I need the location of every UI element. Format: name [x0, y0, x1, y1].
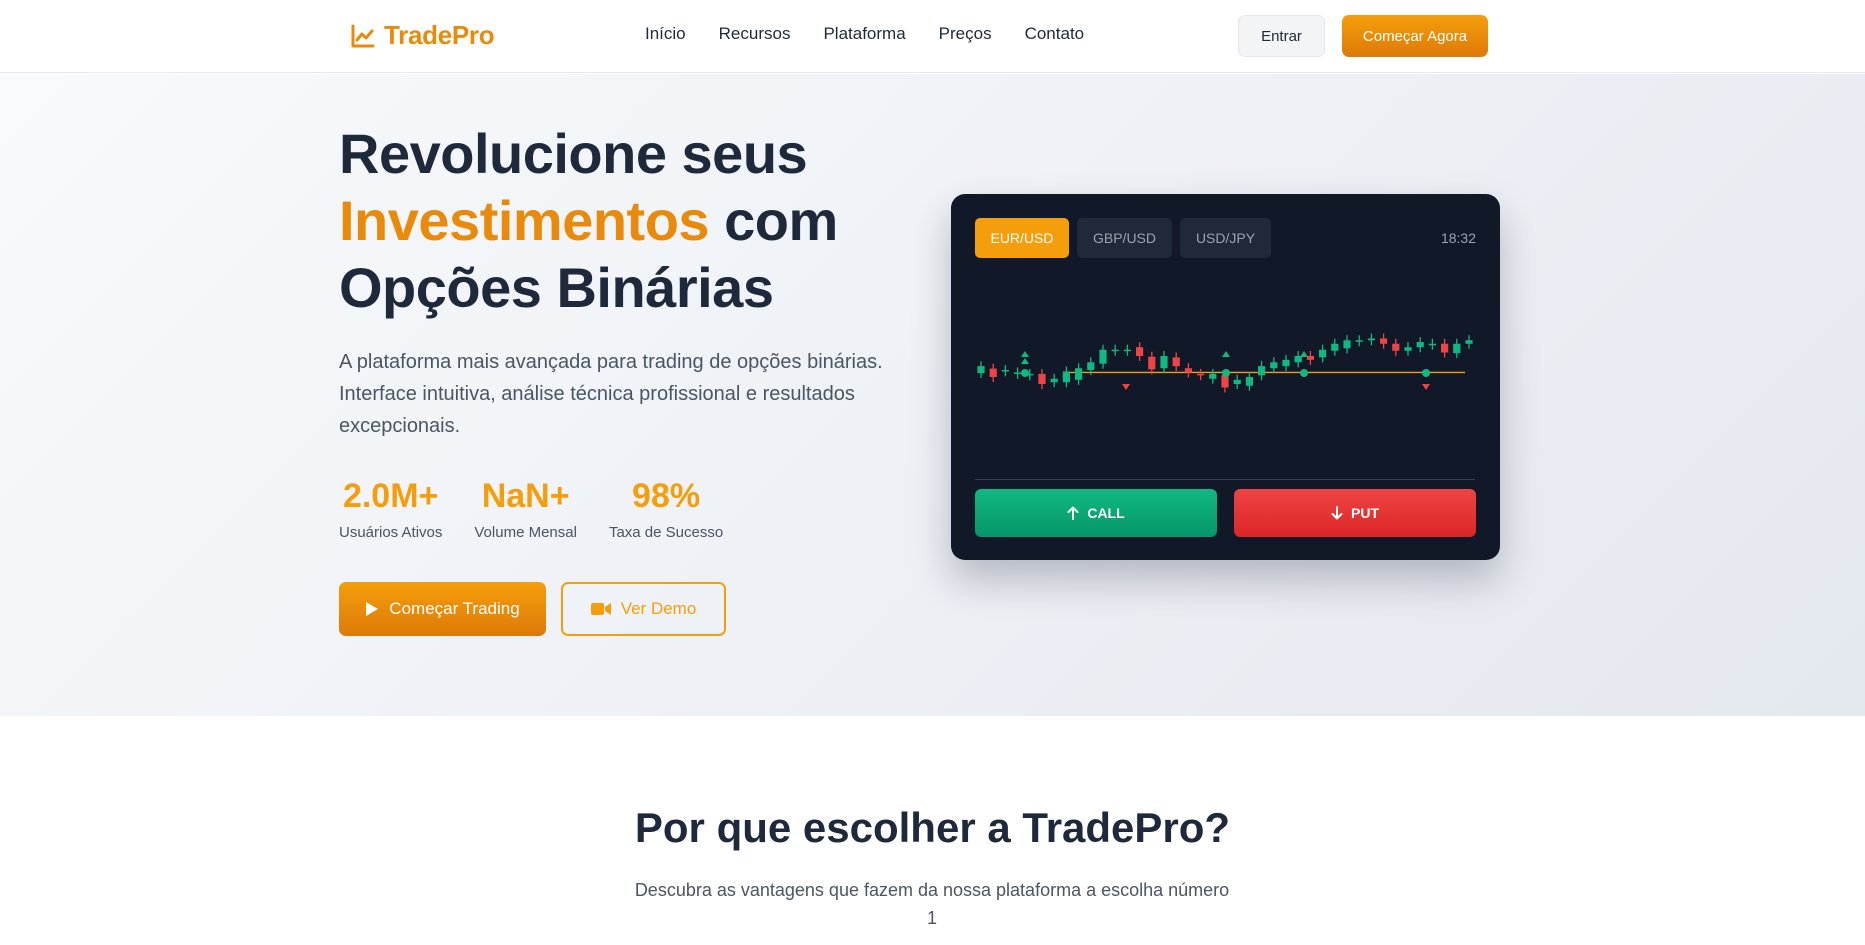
stat-success-rate: 98% Taxa de Sucesso	[609, 476, 723, 541]
login-button[interactable]: Entrar	[1238, 15, 1325, 57]
candle-body	[1197, 373, 1205, 376]
video-camera-icon	[590, 603, 611, 615]
arrow-up-icon	[1067, 506, 1079, 520]
nav-link-contato[interactable]: Contato	[1025, 24, 1085, 44]
hero-title-accent: Investimentos	[339, 189, 710, 252]
pair-tab-eur-usd[interactable]: EUR/USD	[975, 218, 1069, 258]
stat-users: 2.0M+ Usuários Ativos	[339, 476, 442, 541]
candle-body	[1319, 349, 1327, 358]
candle-body	[1160, 356, 1168, 369]
chart-line-icon	[351, 24, 375, 47]
buy-signal-triangle	[1021, 351, 1029, 357]
card-time: 18:32	[1440, 230, 1476, 246]
stat-label: Taxa de Sucesso	[608, 524, 724, 541]
nav-link-plataforma[interactable]: Plataforma	[823, 24, 905, 44]
candle-body	[1428, 343, 1436, 346]
view-demo-button[interactable]: Ver Demo	[561, 582, 726, 636]
candle-body	[1331, 343, 1339, 351]
candle-body	[1258, 366, 1266, 376]
navbar: TradePro Início Recursos Plataforma Preç…	[0, 0, 1865, 73]
candle-body	[1453, 343, 1461, 354]
candle-body	[1355, 340, 1363, 342]
features-title: Por que escolher a TradePro?	[634, 804, 1231, 851]
candle-body	[1465, 340, 1473, 344]
nav-link-recursos[interactable]: Recursos	[719, 24, 791, 44]
start-trading-button[interactable]: Começar Trading	[339, 582, 546, 636]
logo[interactable]: TradePro	[350, 20, 495, 51]
candle-body	[1392, 343, 1400, 351]
candlestick-chart	[977, 333, 1473, 393]
hero-subtitle: A plataforma mais avançada para trading …	[339, 351, 883, 437]
features-subtitle: Descubra as vantagens que fazem da nossa…	[634, 880, 1230, 928]
view-demo-label: Ver Demo	[620, 599, 697, 618]
candle-body	[1245, 377, 1253, 386]
hero-title-part2: com	[724, 189, 838, 252]
stat-value: NaN+	[481, 477, 570, 515]
candle-body	[1233, 379, 1241, 384]
start-trading-label: Começar Trading	[389, 599, 520, 618]
buy-signal-triangle	[1300, 351, 1308, 357]
candle-body	[1062, 371, 1070, 383]
candle-body	[1075, 368, 1083, 380]
sell-signal-triangle	[1122, 384, 1130, 390]
stat-volume: NaN+ Volume Mensal	[474, 476, 577, 541]
stat-value: 2.0M+	[342, 477, 439, 515]
arrow-down-icon	[1331, 506, 1343, 520]
candle-body	[1404, 347, 1412, 351]
candle-body	[1111, 349, 1119, 352]
nav-link-precos[interactable]: Preços	[939, 24, 992, 44]
candle-body	[1380, 338, 1388, 344]
hero-section: Revolucione seus Investimentos com Opçõe…	[0, 74, 1865, 716]
candle-body	[1099, 349, 1107, 364]
candle-body	[1050, 378, 1058, 383]
signal-dot	[1300, 369, 1308, 377]
candle-body	[1367, 338, 1375, 341]
call-label: CALL	[1087, 505, 1125, 521]
stat-value: 98%	[632, 477, 701, 515]
signal-dot	[1021, 369, 1029, 377]
brand-name: TradePro	[384, 20, 495, 50]
buy-signal-triangle	[1222, 351, 1230, 357]
play-icon	[366, 602, 379, 616]
candle-body	[1038, 373, 1046, 384]
get-started-button[interactable]: Começar Agora	[1342, 15, 1488, 57]
buy-signal-triangle	[1021, 358, 1029, 364]
candle-body	[1087, 362, 1095, 370]
hero-stats: 2.0M+ Usuários Ativos NaN+ Volume Mensal…	[339, 476, 755, 541]
chart-divider	[975, 479, 1475, 480]
hero-title-part1: Revolucione seus	[339, 122, 808, 185]
call-button[interactable]: CALL	[975, 489, 1217, 537]
candle-body	[1282, 359, 1290, 367]
candle-body	[989, 368, 997, 377]
candle-body	[1014, 372, 1022, 374]
features-section: Por que escolher a TradePro? Descubra as…	[0, 716, 1865, 945]
candle-body	[1001, 370, 1009, 372]
put-button[interactable]: PUT	[1234, 489, 1476, 537]
candle-body	[977, 366, 985, 374]
candle-body	[1441, 343, 1449, 353]
sell-signal-triangle	[1422, 384, 1430, 390]
signal-dot	[1422, 369, 1430, 377]
put-label: PUT	[1351, 505, 1379, 521]
candle-body	[1184, 368, 1192, 373]
stat-label: Volume Mensal	[474, 524, 577, 541]
candle-body	[1172, 357, 1180, 367]
nav-link-inicio[interactable]: Início	[645, 24, 686, 44]
candle-body	[1123, 349, 1131, 352]
pair-tab-gbp-usd[interactable]: GBP/USD	[1077, 218, 1172, 258]
candle-body	[1136, 347, 1144, 356]
candle-body	[1270, 362, 1278, 369]
pair-tab-usd-jpy[interactable]: USD/JPY	[1180, 218, 1271, 258]
nav-links: Início Recursos Plataforma Preços Contat…	[645, 24, 1084, 44]
candle-body	[1221, 375, 1229, 388]
candle-body	[1209, 373, 1217, 379]
stat-label: Usuários Ativos	[339, 524, 443, 541]
candle-body	[1416, 342, 1424, 348]
signal-dot	[1222, 369, 1230, 377]
candle-body	[1306, 356, 1314, 360]
candle-body	[1343, 340, 1351, 349]
hero-title: Revolucione seus Investimentos com Opçõe…	[339, 120, 899, 321]
hero-title-part3: Opções Binárias	[339, 256, 774, 319]
candle-body	[1148, 356, 1156, 370]
